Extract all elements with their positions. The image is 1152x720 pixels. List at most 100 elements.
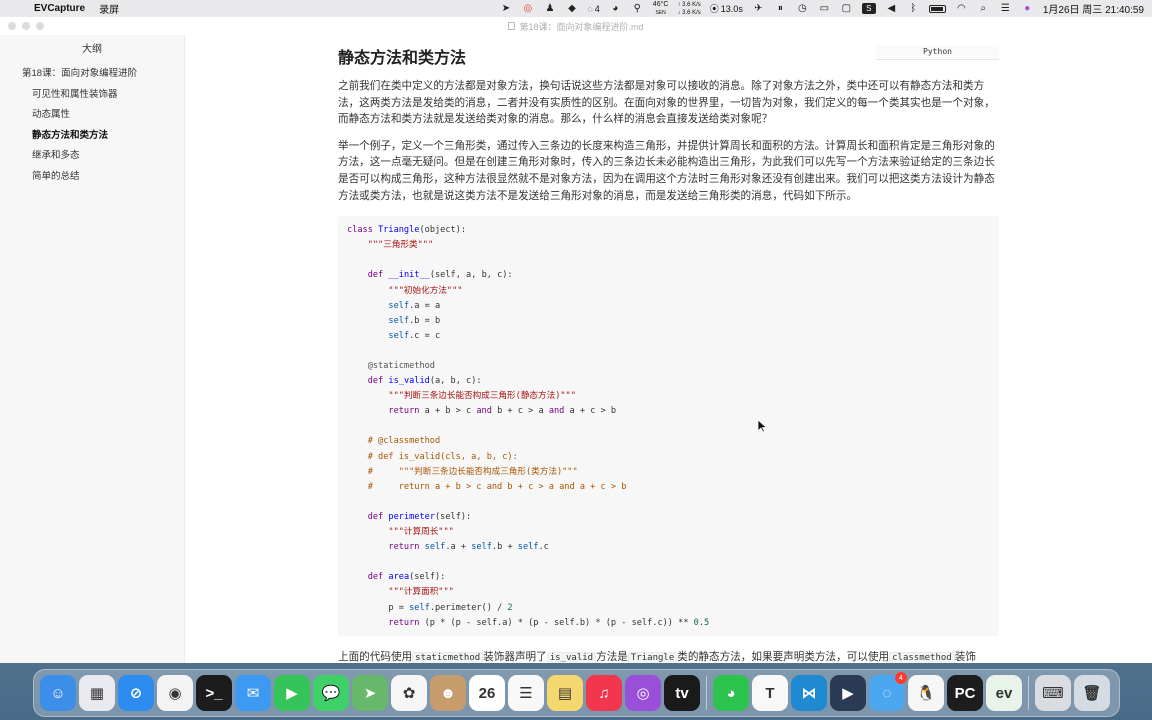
dock: ☺ ▦ ⊘ ◉ >_ ✉ ▶ 💬 ➤ ✿ ☻ 26 ☰ ▤ ♫ ◎ tv ◕ T ⋈ ▶ ◌ 4 🐧 PC ev ⌨ 🗑 [33, 669, 1120, 717]
outline-item[interactable]: 第18课：面向对象编程进阶 [0, 67, 184, 88]
vscode-icon[interactable]: ⋈ [791, 675, 827, 711]
chrome-glyph: ◉ [168, 685, 182, 702]
maps-icon[interactable]: ➤ [352, 675, 388, 711]
qq-menu-icon[interactable]: ♟ [543, 3, 556, 14]
recording-timer[interactable]: ⦿ 13.0s [710, 2, 743, 15]
screenrecorder-glyph: ▶ [842, 685, 854, 702]
reminders-glyph: ☰ [519, 685, 533, 702]
minimize-button[interactable] [22, 22, 30, 30]
creative-cloud-icon[interactable]: ◎ [521, 3, 534, 14]
screen-icon[interactable]: ▢ [840, 3, 853, 14]
clock[interactable]: 1月26日 周三 21:40:59 [1043, 1, 1144, 16]
podcasts-icon[interactable]: ◎ [625, 675, 661, 711]
contacts-glyph: ☻ [440, 684, 456, 702]
close-button[interactable] [8, 22, 16, 30]
evcapture-icon[interactable]: ev [986, 675, 1022, 711]
code-block[interactable]: class Triangle(object): """三角形类""" def _… [338, 216, 999, 637]
reminders-icon[interactable]: ☰ [508, 675, 544, 711]
bird-icon[interactable]: ✈ [752, 3, 765, 14]
shield-icon[interactable]: ⚲ [631, 3, 644, 14]
notes-glyph: ▤ [557, 685, 573, 702]
outline-item[interactable]: 可见性和属性装饰器 [0, 88, 184, 109]
menu-record[interactable]: 录屏 [99, 1, 119, 16]
typora-glyph: T [765, 684, 775, 702]
vscode-glyph: ⋈ [801, 685, 817, 702]
mail-icon[interactable]: ✉ [235, 675, 271, 711]
dock-separator [706, 676, 707, 710]
terminal-glyph: >_ [205, 684, 223, 702]
wechat-icon[interactable]: ◕ [713, 675, 749, 711]
outline-item[interactable]: 动态属性 [0, 108, 184, 129]
calendar-icon[interactable]: 26 [469, 675, 505, 711]
search-icon[interactable]: ⌕ [977, 3, 990, 14]
menu-bar: EVCapture 录屏 ➤ ◎ ♟ ◆ ◌ 4 ◕ ⚲ 46°C SEN ↑ 3… [0, 0, 1152, 17]
outline-title: 大纲 [82, 44, 102, 55]
bluetooth-icon[interactable]: ᛒ [907, 3, 920, 14]
pause-icon[interactable]: ⏸ [774, 3, 787, 14]
document-icon [508, 22, 516, 30]
trash-icon[interactable]: 🗑 [1074, 675, 1110, 711]
window-controls [8, 22, 44, 30]
outline-sidebar: 大纲 第18课：面向对象编程进阶 可见性和属性装饰器 动态属性 静态方法和类方法… [0, 35, 185, 663]
messages-icon[interactable]: 💬 [313, 675, 349, 711]
mail-glyph: ✉ [246, 685, 260, 702]
volume-icon[interactable]: ◀ [885, 3, 898, 14]
wechat-menu-icon[interactable]: ◕ [609, 3, 622, 14]
chat-menu-icon: ◌ [587, 3, 593, 14]
keyboard-glyph: ⌨ [1042, 685, 1064, 702]
pycharm-icon[interactable]: PC [947, 675, 983, 711]
temperature-status[interactable]: 46°C SEN [653, 1, 669, 17]
outline-item-active[interactable]: 静态方法和类方法 [0, 129, 184, 150]
launchpad-icon[interactable]: ▦ [79, 675, 115, 711]
terminal-icon[interactable]: >_ [196, 675, 232, 711]
paragraph: 举一个例子，定义一个三角形类，通过传入三条边的长度来构造三角形，并提供计算周长和… [338, 139, 995, 202]
notification-status[interactable]: ◌ 4 [587, 4, 599, 14]
maps-glyph: ➤ [363, 685, 377, 702]
wifi-icon[interactable]: ◠ [955, 3, 968, 14]
photos-icon[interactable]: ✿ [391, 675, 427, 711]
trash-glyph: 🗑 [1082, 685, 1102, 702]
typora-icon[interactable]: T [752, 675, 788, 711]
battery-icon[interactable] [928, 4, 946, 13]
qq-icon[interactable]: 🐧 [908, 675, 944, 711]
chat-icon[interactable]: ◌ 4 [869, 672, 907, 711]
bell-icon[interactable]: ◆ [565, 3, 578, 14]
code-language-tag[interactable]: Python [876, 45, 999, 60]
chrome-icon[interactable]: ◉ [157, 675, 193, 711]
wechat-glyph: ◕ [726, 684, 736, 702]
outline-item[interactable]: 简单的总结 [0, 170, 184, 191]
safari-icon[interactable]: ⊘ [118, 675, 154, 711]
evcapture-glyph: ev [995, 684, 1013, 702]
launchpad-glyph: ▦ [89, 685, 105, 702]
location-icon[interactable]: ➤ [499, 3, 512, 14]
zoom-button[interactable] [36, 22, 44, 30]
window-title: 第18课：面向对象编程进阶.md [519, 21, 644, 32]
music-icon[interactable]: ♫ [586, 675, 622, 711]
screenrecorder-icon[interactable]: ▶ [830, 675, 866, 711]
facetime-icon[interactable]: ▶ [274, 675, 310, 711]
notes-icon[interactable]: ▤ [547, 675, 583, 711]
qq-glyph: 🐧 [916, 685, 936, 702]
music-glyph: ♫ [598, 684, 610, 702]
finder-icon[interactable]: ☺ [40, 675, 76, 711]
keyboard-icon[interactable]: ⌨ [1035, 675, 1071, 711]
window-icon[interactable]: ▭ [818, 3, 831, 14]
s-app-icon[interactable]: S [861, 3, 876, 14]
safari-glyph: ⊘ [129, 685, 143, 702]
contacts-icon[interactable]: ☻ [430, 675, 466, 711]
calendar-glyph: 26 [478, 684, 496, 702]
title-bar: 第18课：面向对象编程进阶.md [0, 17, 1152, 35]
control-center-icon[interactable]: ☰ [999, 3, 1012, 14]
siri-icon[interactable]: ● [1021, 3, 1034, 14]
finder-glyph: ☺ [50, 684, 66, 702]
document-content[interactable]: Python 静态方法和类方法 之前我们在类中定义的方法都是对象方法，换句话说这… [185, 35, 1152, 663]
outline-item[interactable]: 继承和多态 [0, 149, 184, 170]
outline-list: 第18课：面向对象编程进阶 可见性和属性装饰器 动态属性 静态方法和类方法 继承… [0, 67, 184, 190]
record-icon: ⦿ [709, 4, 719, 14]
network-speed[interactable]: ↑ 3.6 K/s ↓ 3.6 K/s [677, 2, 700, 16]
dock-separator [1028, 676, 1029, 710]
play-circle-icon[interactable]: ◷ [796, 3, 809, 14]
tv-icon[interactable]: tv [664, 675, 700, 711]
paragraph-truncated: 上面的代码使用 staticmethod 装饰器声明了 is_valid 方法是 Tria… [338, 651, 976, 663]
app-menu-name[interactable]: EVCapture [34, 3, 85, 14]
